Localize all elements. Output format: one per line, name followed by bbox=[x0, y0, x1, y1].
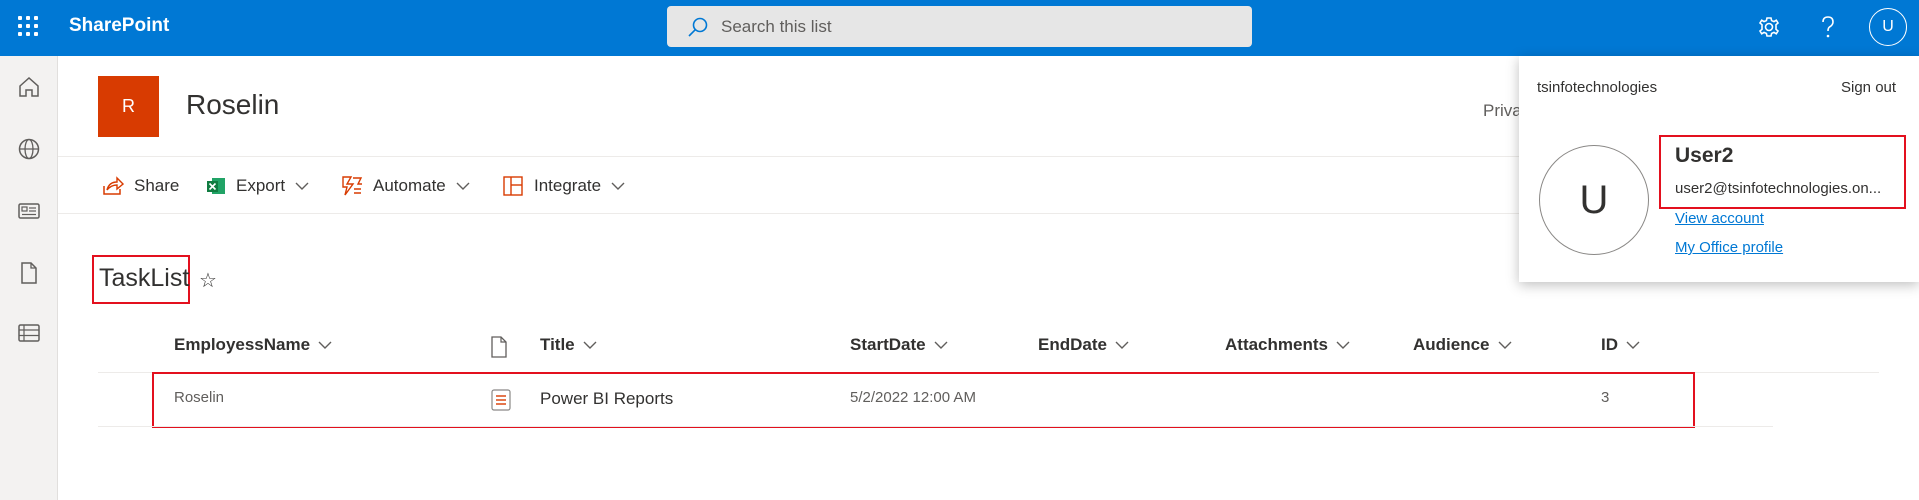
suite-header: SharePoint U bbox=[0, 0, 1919, 56]
automate-icon bbox=[342, 176, 363, 196]
view-account-link[interactable]: View account bbox=[1675, 210, 1764, 227]
gear-icon[interactable] bbox=[1754, 12, 1784, 42]
document-icon[interactable] bbox=[16, 260, 42, 286]
column-header-label: Attachments bbox=[1225, 335, 1328, 354]
account-manager-panel: tsinfotechnologies Sign out U User2 user… bbox=[1519, 56, 1919, 282]
search-box[interactable] bbox=[667, 6, 1252, 47]
column-header-label: Audience bbox=[1413, 335, 1490, 354]
column-header-employessname[interactable]: EmployessName bbox=[174, 335, 332, 355]
column-header-label: ID bbox=[1601, 335, 1618, 354]
export-label: Export bbox=[236, 176, 286, 195]
site-logo[interactable]: R bbox=[98, 76, 159, 137]
list-item-icon bbox=[491, 389, 511, 411]
office-profile-link[interactable]: My Office profile bbox=[1675, 239, 1783, 256]
column-header-label: EndDate bbox=[1038, 335, 1107, 354]
chevron-down-icon bbox=[934, 341, 948, 349]
chevron-down-icon bbox=[318, 341, 332, 349]
chevron-down-icon bbox=[1115, 341, 1129, 349]
column-header-label: EmployessName bbox=[174, 335, 311, 354]
search-input[interactable] bbox=[721, 6, 1231, 47]
row-divider bbox=[98, 426, 1773, 427]
column-header-label: Title bbox=[540, 335, 575, 354]
column-header-attachments[interactable]: Attachments bbox=[1225, 335, 1350, 355]
column-header-audience[interactable]: Audience bbox=[1413, 335, 1512, 355]
sign-out-link[interactable]: Sign out bbox=[1841, 79, 1896, 96]
waffle-icon[interactable] bbox=[16, 14, 40, 38]
search-icon bbox=[688, 17, 708, 37]
user-name: User2 bbox=[1675, 144, 1734, 167]
integrate-button[interactable]: Integrate bbox=[502, 173, 625, 199]
share-button[interactable]: Share bbox=[102, 173, 179, 199]
star-icon[interactable]: ☆ bbox=[199, 268, 217, 293]
user-email: user2@tsinfotechnologies.on... bbox=[1675, 180, 1882, 197]
chevron-down-icon bbox=[456, 182, 470, 190]
left-rail bbox=[0, 56, 58, 500]
file-type-icon bbox=[491, 336, 507, 358]
automate-label: Automate bbox=[373, 176, 446, 195]
automate-button[interactable]: Automate bbox=[341, 173, 470, 199]
cell-title[interactable]: Power BI Reports bbox=[540, 389, 673, 409]
excel-icon bbox=[207, 178, 225, 194]
export-button[interactable]: Export bbox=[206, 173, 309, 199]
chevron-down-icon bbox=[1336, 341, 1350, 349]
cell-startdate: 5/2/2022 12:00 AM bbox=[850, 389, 976, 406]
chevron-down-icon bbox=[1626, 341, 1640, 349]
column-header-id[interactable]: ID bbox=[1601, 335, 1640, 355]
globe-icon[interactable] bbox=[16, 136, 42, 162]
integrate-label: Integrate bbox=[534, 176, 602, 195]
integrate-icon bbox=[503, 176, 523, 196]
news-icon[interactable] bbox=[16, 198, 42, 224]
chevron-down-icon bbox=[295, 182, 309, 190]
share-icon bbox=[103, 176, 124, 195]
home-icon[interactable] bbox=[16, 74, 42, 100]
site-title[interactable]: Roselin bbox=[186, 89, 279, 121]
cell-id: 3 bbox=[1601, 389, 1610, 406]
chevron-down-icon bbox=[611, 182, 625, 190]
column-header-title[interactable]: Title bbox=[540, 335, 597, 355]
avatar[interactable]: U bbox=[1539, 145, 1649, 255]
share-label: Share bbox=[134, 176, 180, 195]
organization-name: tsinfotechnologies bbox=[1537, 79, 1658, 96]
chevron-down-icon bbox=[583, 341, 597, 349]
list-icon[interactable] bbox=[16, 320, 42, 346]
column-header-enddate[interactable]: EndDate bbox=[1038, 335, 1129, 355]
user-avatar-button[interactable]: U bbox=[1869, 8, 1907, 46]
help-icon[interactable] bbox=[1813, 12, 1843, 42]
chevron-down-icon bbox=[1498, 341, 1512, 349]
column-header-startdate[interactable]: StartDate bbox=[850, 335, 948, 355]
list-title[interactable]: TaskList bbox=[99, 264, 189, 293]
cell-employessname: Roselin bbox=[174, 389, 225, 406]
privacy-label: Priva bbox=[1483, 101, 1522, 120]
app-brand[interactable]: SharePoint bbox=[69, 15, 169, 37]
column-header-label: StartDate bbox=[850, 335, 926, 354]
